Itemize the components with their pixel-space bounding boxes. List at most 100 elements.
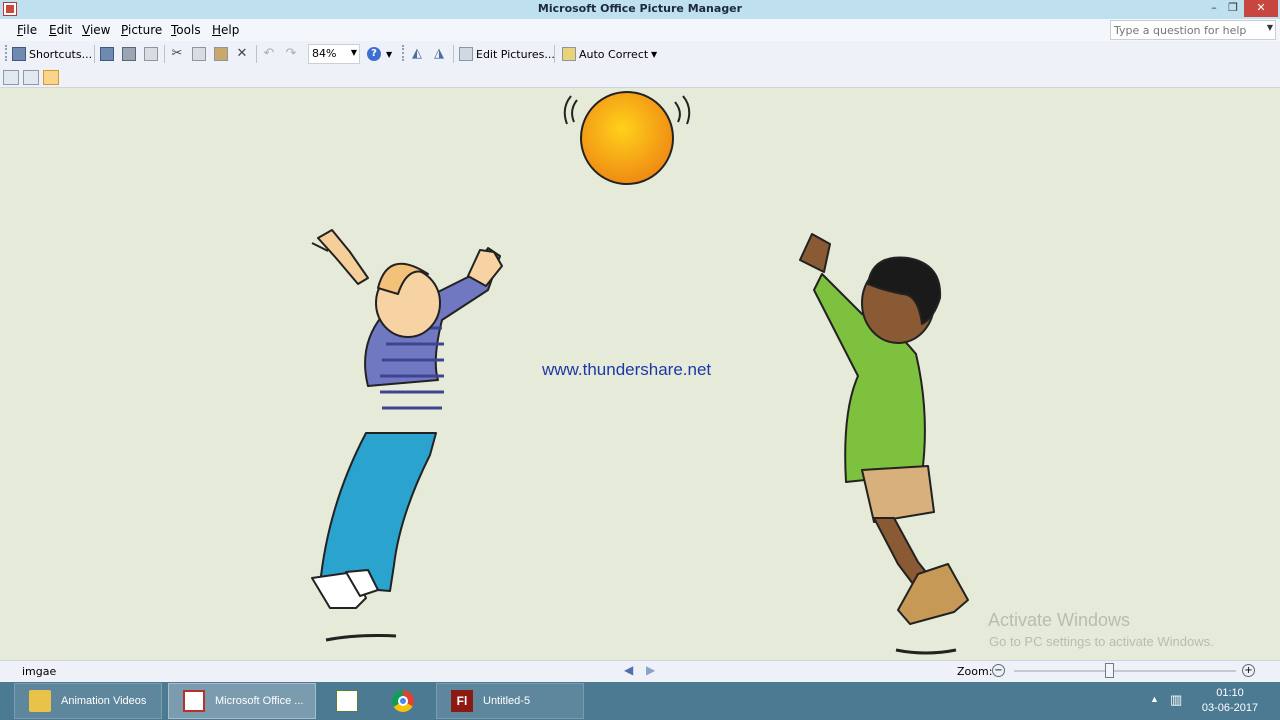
view-bar [0,67,1280,88]
window-title: Microsoft Office Picture Manager [537,2,743,15]
zoom-select[interactable]: 84% ▼ [308,44,360,64]
zoom-value: 84% [312,47,337,60]
single-picture-view-button[interactable] [43,70,59,85]
taskbar-item-animation-videos[interactable]: Animation Videos [14,683,162,719]
chart-icon [336,690,358,712]
watermark-url: www.thundershare.net [542,360,712,379]
print-button[interactable] [122,44,139,64]
edit-pictures-label: Edit Pictures... [476,47,555,61]
shortcuts-icon [12,47,26,61]
redo-icon: ↷ [285,46,297,61]
shortcuts-label: Shortcuts... [29,47,93,61]
picture-canvas[interactable]: www.thundershare.net Activate Windows Go… [0,88,1280,660]
toolbar-separator [256,45,257,63]
undo-button[interactable]: ↶ [262,44,279,64]
taskbar-item-chart-app[interactable] [322,683,372,719]
clock-date: 03-06-2017 [1201,702,1259,714]
rotate-left-icon: ◭ [412,46,422,61]
save-icon [100,47,114,61]
file-name: imgae [22,665,57,678]
rotate-right-button[interactable]: ◮ [432,44,449,64]
menu-help[interactable]: Help [212,23,239,37]
toolbar-options-button[interactable]: ▼ [386,44,392,64]
ball [563,91,691,185]
girl-figure [311,229,503,642]
chevron-down-icon: ▼ [651,49,658,59]
redo-button[interactable]: ↷ [284,44,301,64]
chrome-icon [392,690,414,712]
rotate-left-button[interactable]: ◭ [410,44,427,64]
menu-picture[interactable]: Picture [121,23,162,37]
status-bar: imgae ◀ ▶ Zoom: − + [0,660,1280,682]
chevron-down-icon: ▼ [350,48,357,57]
previous-picture-icon[interactable]: ◀ [624,663,633,677]
save-button[interactable] [100,44,117,64]
zoom-in-icon[interactable]: + [1242,664,1255,677]
taskbar-item-chrome[interactable] [378,683,430,719]
toolbar-grip[interactable] [402,45,405,61]
email-button[interactable] [144,44,161,64]
toolbar-options-button[interactable]: ▼ [651,44,657,64]
rotate-right-icon: ◮ [434,46,444,61]
taskbar: Animation Videos Microsoft Office ... Fl… [0,682,1280,720]
edit-pictures-button[interactable]: Edit Pictures... [459,44,555,64]
clock-time: 01:10 [1216,687,1244,699]
edit-pictures-icon [459,47,473,61]
chevron-down-icon[interactable]: ▼ [1267,23,1273,32]
taskbar-item-picture-manager[interactable]: Microsoft Office ... [168,683,316,719]
next-picture-icon[interactable]: ▶ [646,663,655,677]
menu-tools[interactable]: Tools [171,23,201,37]
auto-correct-button[interactable]: Auto Correct [562,44,648,64]
picture-manager-icon [183,690,205,712]
taskbar-item-label: Microsoft Office ... [215,695,304,707]
menu-view[interactable]: View [82,23,110,37]
taskbar-item-label: Animation Videos [61,695,147,707]
standard-toolbar: Shortcuts... ✂ ✕ ↶ ↷ 84% ▼ ? ▼ ◭ ◮ Edit … [0,41,1280,67]
auto-correct-icon [562,47,576,61]
thumbnail-view-button[interactable] [3,70,19,85]
restore-button[interactable]: ❐ [1225,0,1241,17]
cut-button[interactable]: ✂ [170,44,187,64]
filmstrip-view-button[interactable] [23,70,39,85]
email-icon [144,47,158,61]
toolbar-separator [453,45,454,63]
toolbar-separator [94,45,95,63]
copy-button[interactable] [192,44,209,64]
zoom-slider-thumb[interactable] [1105,663,1114,678]
paste-icon [214,47,228,61]
taskbar-item-flash[interactable]: Fl Untitled-5 [436,683,584,719]
help-button[interactable]: ? [367,44,384,64]
minimize-button[interactable]: – [1206,0,1222,17]
zoom-label: Zoom: [957,665,993,678]
help-search-box: ▼ [1110,20,1276,40]
network-icon[interactable]: ▥ [1170,692,1182,708]
activate-windows-subtitle: Go to PC settings to activate Windows. [989,634,1214,649]
auto-correct-label: Auto Correct [579,47,649,61]
taskbar-item-label: Untitled-5 [483,695,531,707]
scissors-icon: ✂ [171,46,183,61]
zoom-slider[interactable] [1014,670,1236,672]
print-icon [122,47,136,61]
help-icon: ? [367,47,381,61]
menu-file[interactable]: File [17,23,37,37]
zoom-out-icon[interactable]: − [992,664,1005,677]
copy-icon [192,47,206,61]
chevron-down-icon: ▼ [386,49,393,59]
flash-icon: Fl [451,690,473,712]
title-bar: Microsoft Office Picture Manager – ❐ ✕ [0,0,1280,19]
help-search-input[interactable] [1111,21,1261,39]
menu-edit[interactable]: Edit [49,23,72,37]
activate-windows-title: Activate Windows [988,610,1131,630]
boy-figure [799,233,969,655]
undo-icon: ↶ [263,46,275,61]
delete-button[interactable]: ✕ [235,44,252,64]
delete-x-icon: ✕ [236,46,248,61]
menu-bar: File Edit View Picture Tools Help [0,19,1280,41]
shortcuts-button[interactable]: Shortcuts... [12,44,92,64]
toolbar-grip[interactable] [5,45,8,61]
system-clock[interactable]: 01:10 03-06-2017 [1200,686,1260,716]
show-hidden-icons-icon[interactable]: ▲ [1150,694,1159,704]
toolbar-separator [554,45,555,63]
paste-button[interactable] [214,44,231,64]
close-button[interactable]: ✕ [1244,0,1278,17]
